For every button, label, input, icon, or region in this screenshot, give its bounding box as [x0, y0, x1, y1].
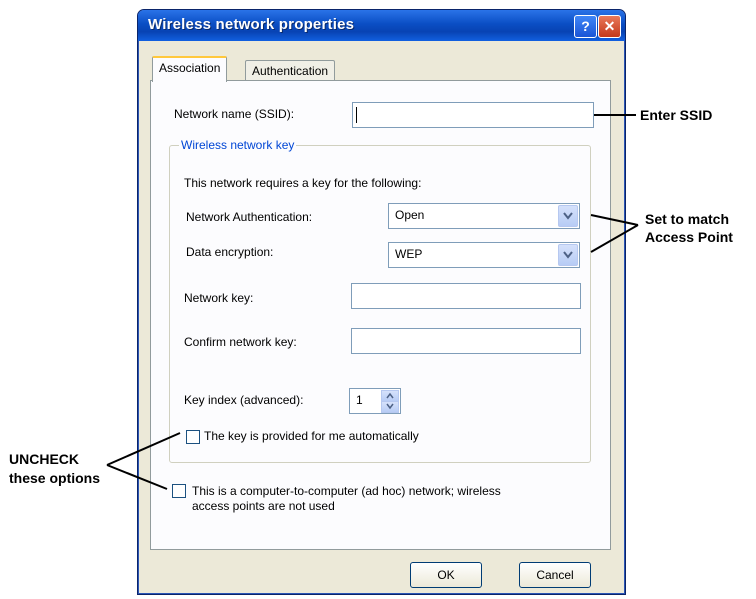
confirm-key-input[interactable]: [351, 328, 581, 354]
help-button[interactable]: ?: [574, 15, 597, 38]
auto-key-checkbox[interactable]: [186, 430, 200, 444]
network-key-input[interactable]: [351, 283, 581, 309]
adhoc-checkbox[interactable]: [172, 484, 186, 498]
ssid-label: Network name (SSID):: [174, 107, 295, 121]
spin-down-icon[interactable]: [381, 401, 399, 413]
requires-key-text: This network requires a key for the foll…: [184, 176, 422, 190]
annotation-uncheck-1: UNCHECK: [9, 451, 79, 467]
tab-association[interactable]: Association: [152, 56, 228, 82]
title-bar[interactable]: Wireless network properties ? ✕: [138, 10, 625, 41]
chevron-down-icon[interactable]: [558, 205, 578, 227]
window-title: Wireless network properties: [148, 16, 355, 33]
encryption-value: WEP: [395, 247, 423, 261]
key-index-label: Key index (advanced):: [184, 393, 304, 407]
key-index-value: 1: [356, 393, 363, 407]
tab-authentication[interactable]: Authentication: [245, 60, 336, 81]
encryption-select[interactable]: WEP: [388, 242, 580, 268]
cancel-button[interactable]: Cancel: [519, 562, 591, 588]
annotation-set-match-1: Set to match: [645, 211, 730, 227]
chevron-down-icon[interactable]: [558, 244, 578, 266]
ssid-input[interactable]: [352, 102, 594, 128]
auto-key-label: The key is provided for me automatically: [204, 429, 419, 443]
auth-select[interactable]: Open: [388, 203, 580, 229]
key-index-stepper[interactable]: 1: [349, 388, 401, 414]
encryption-label: Data encryption:: [186, 245, 274, 259]
properties-dialog: Wireless network properties ? ✕ Associat…: [137, 9, 626, 595]
network-key-label: Network key:: [184, 291, 254, 305]
confirm-key-label: Confirm network key:: [184, 335, 297, 349]
text-cursor: [356, 107, 357, 123]
annotation-uncheck-2: these options: [9, 470, 101, 486]
close-button[interactable]: ✕: [598, 15, 621, 38]
adhoc-label-line1: This is a computer-to-computer (ad hoc) …: [192, 484, 501, 498]
adhoc-label-line2: access points are not used: [192, 499, 335, 513]
annotation-enter-ssid: Enter SSID: [640, 107, 713, 123]
auth-value: Open: [395, 208, 425, 222]
annotation-set-match-2: Access Point: [645, 229, 733, 245]
group-title: Wireless network key: [179, 138, 297, 152]
auth-label: Network Authentication:: [186, 210, 313, 224]
ok-button[interactable]: OK: [410, 562, 482, 588]
